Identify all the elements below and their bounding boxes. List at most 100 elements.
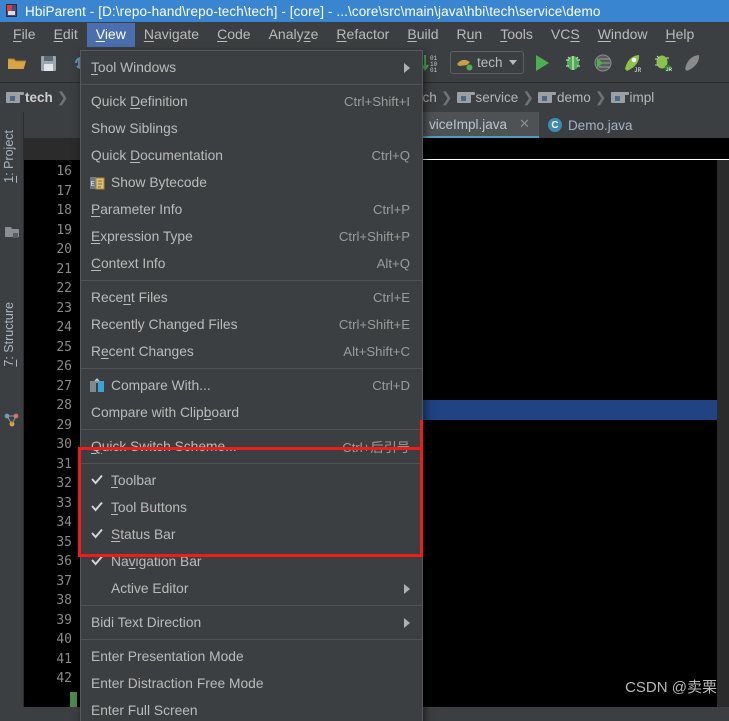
- menu-item-navigation-bar[interactable]: Navigation Bar: [81, 548, 422, 575]
- line-number: 30: [24, 435, 80, 455]
- submenu-arrow-icon: [404, 584, 410, 594]
- menu-help[interactable]: Help: [657, 23, 704, 47]
- menu-refactor[interactable]: Refactor: [327, 23, 398, 47]
- breadcrumb-label: demo: [557, 90, 591, 105]
- check-icon: [91, 528, 103, 540]
- line-number: 19: [24, 221, 80, 241]
- run-with-coverage-icon[interactable]: [592, 52, 614, 74]
- run-jrebel-icon[interactable]: JR: [622, 52, 644, 74]
- menu-window[interactable]: Window: [589, 23, 657, 47]
- run-config-label: tech: [477, 55, 503, 70]
- chevron-down-icon: [509, 60, 517, 65]
- menu-item-enter-presentation-mode[interactable]: Enter Presentation Mode: [81, 643, 422, 670]
- menu-item-label: Recently Changed Files: [91, 317, 339, 332]
- menu-code[interactable]: Code: [208, 23, 259, 47]
- view-menu-dropdown: Tool Windows Quick Definition Ctrl+Shift…: [80, 50, 423, 721]
- line-number: 34: [24, 513, 80, 533]
- menu-item-parameter-info[interactable]: Parameter Info Ctrl+P: [81, 196, 422, 223]
- shortcut-label: Ctrl+P: [373, 202, 410, 217]
- shortcut-label: Ctrl+E: [373, 290, 410, 305]
- menu-item-tool-buttons[interactable]: Tool Buttons: [81, 494, 422, 521]
- line-number: 33: [24, 494, 80, 514]
- menu-run[interactable]: Run: [448, 23, 492, 47]
- shortcut-label: Ctrl+Shift+E: [339, 317, 410, 332]
- menu-vcs[interactable]: VCS: [542, 23, 589, 47]
- menu-item-enter-full-screen[interactable]: Enter Full Screen: [81, 697, 422, 721]
- close-icon[interactable]: ✕: [519, 116, 530, 132]
- menu-file[interactable]: File: [4, 23, 45, 47]
- line-number: 16: [24, 162, 80, 182]
- menu-item-label: Show Bytecode: [111, 175, 410, 190]
- shortcut-label: Alt+Shift+C: [343, 344, 410, 359]
- breadcrumb-root[interactable]: tech: [6, 90, 53, 105]
- debug-jrebel-icon[interactable]: JR: [652, 52, 674, 74]
- breadcrumb-separator-icon: ❯: [441, 89, 453, 106]
- menu-item-label: Enter Distraction Free Mode: [91, 676, 410, 691]
- tool-button-structure-label: : Structure: [2, 302, 16, 360]
- intellij-idea-icon: [4, 3, 20, 19]
- menu-item-show-bytecode[interactable]: E Show Bytecode: [81, 169, 422, 196]
- line-number: 21: [24, 260, 80, 280]
- menu-analyze[interactable]: Analyze: [260, 23, 328, 47]
- update-project-icon[interactable]: 01 10 01: [420, 52, 442, 74]
- shortcut-label: Ctrl+后引号: [342, 437, 410, 456]
- submenu-arrow-icon: [404, 63, 410, 73]
- open-folder-icon[interactable]: [6, 52, 28, 74]
- line-number: 22: [24, 279, 80, 299]
- menu-item-quick-switch-scheme[interactable]: Quick Switch Scheme... Ctrl+后引号: [81, 433, 422, 460]
- run-icon[interactable]: [532, 52, 554, 74]
- menu-build[interactable]: Build: [398, 23, 447, 47]
- menu-edit[interactable]: Edit: [45, 23, 87, 47]
- menu-view[interactable]: View: [87, 23, 135, 47]
- debug-icon[interactable]: [562, 52, 584, 74]
- menu-item-status-bar[interactable]: Status Bar: [81, 521, 422, 548]
- breadcrumb-item-service[interactable]: service: [457, 90, 519, 105]
- menu-item-context-info[interactable]: Context Info Alt+Q: [81, 250, 422, 277]
- menu-item-toolbar[interactable]: Toolbar: [81, 467, 422, 494]
- menu-item-quick-definition[interactable]: Quick Definition Ctrl+Shift+I: [81, 88, 422, 115]
- menu-separator: [81, 368, 422, 369]
- left-tool-stripe: 1: Project 7: Structure: [0, 112, 24, 721]
- bytecode-icon: E: [89, 175, 105, 191]
- sidebar-item-project[interactable]: 1: Project: [2, 130, 16, 183]
- menu-navigate[interactable]: Navigate: [135, 23, 208, 47]
- menu-item-show-siblings[interactable]: Show Siblings: [81, 115, 422, 142]
- annotation-highlight-line: [420, 420, 423, 538]
- line-number: 23: [24, 299, 80, 319]
- menu-separator: [81, 429, 422, 430]
- menu-tools[interactable]: Tools: [491, 23, 542, 47]
- editor-marker-bar[interactable]: [717, 160, 729, 721]
- menu-item-compare-with-clipboard[interactable]: Compare with Clipboard: [81, 399, 422, 426]
- save-all-icon[interactable]: [38, 52, 60, 74]
- editor-tab-demo[interactable]: C Demo.java: [539, 112, 642, 138]
- editor-tab-service-impl[interactable]: viceImpl.java ✕: [420, 112, 539, 138]
- menu-item-recently-changed-files[interactable]: Recently Changed Files Ctrl+Shift+E: [81, 311, 422, 338]
- project-tool-icon: [4, 224, 20, 240]
- menu-item-active-editor[interactable]: Active Editor: [81, 575, 422, 602]
- sidebar-item-structure[interactable]: 7: Structure: [2, 302, 16, 367]
- menu-item-compare-with[interactable]: Compare With... Ctrl+D: [81, 372, 422, 399]
- window-title: HbiParent - [D:\repo-hand\repo-tech\tech…: [25, 4, 600, 19]
- menu-item-bidi-text-direction[interactable]: Bidi Text Direction: [81, 609, 422, 636]
- svg-text:E: E: [91, 181, 95, 189]
- line-number: 41: [24, 650, 80, 670]
- editor-gutter: 16 17 18 I 19 20: [24, 160, 80, 721]
- svg-text:JR: JR: [634, 67, 642, 74]
- folder-icon: [457, 92, 471, 103]
- line-number: 26: [24, 357, 80, 377]
- tool-button-project-label: : Project: [2, 130, 16, 176]
- menu-item-enter-distraction-free-mode[interactable]: Enter Distraction Free Mode: [81, 670, 422, 697]
- run-configuration-selector[interactable]: tech: [450, 51, 524, 74]
- menu-bar: File Edit View Navigate Code Analyze Ref…: [0, 22, 729, 48]
- menu-item-recent-changes[interactable]: Recent Changes Alt+Shift+C: [81, 338, 422, 365]
- menu-item-expression-type[interactable]: Expression Type Ctrl+Shift+P: [81, 223, 422, 250]
- check-icon: [91, 501, 103, 513]
- menu-item-tool-windows[interactable]: Tool Windows: [81, 54, 422, 81]
- menu-item-quick-documentation[interactable]: Quick Documentation Ctrl+Q: [81, 142, 422, 169]
- line-number: 20: [24, 240, 80, 260]
- jrebel-mode-icon[interactable]: [682, 52, 704, 74]
- shortcut-label: Ctrl+Shift+I: [344, 94, 410, 109]
- breadcrumb-item-demo[interactable]: demo: [538, 90, 591, 105]
- breadcrumb-item-impl[interactable]: impl: [611, 90, 655, 105]
- menu-item-recent-files[interactable]: Recent Files Ctrl+E: [81, 284, 422, 311]
